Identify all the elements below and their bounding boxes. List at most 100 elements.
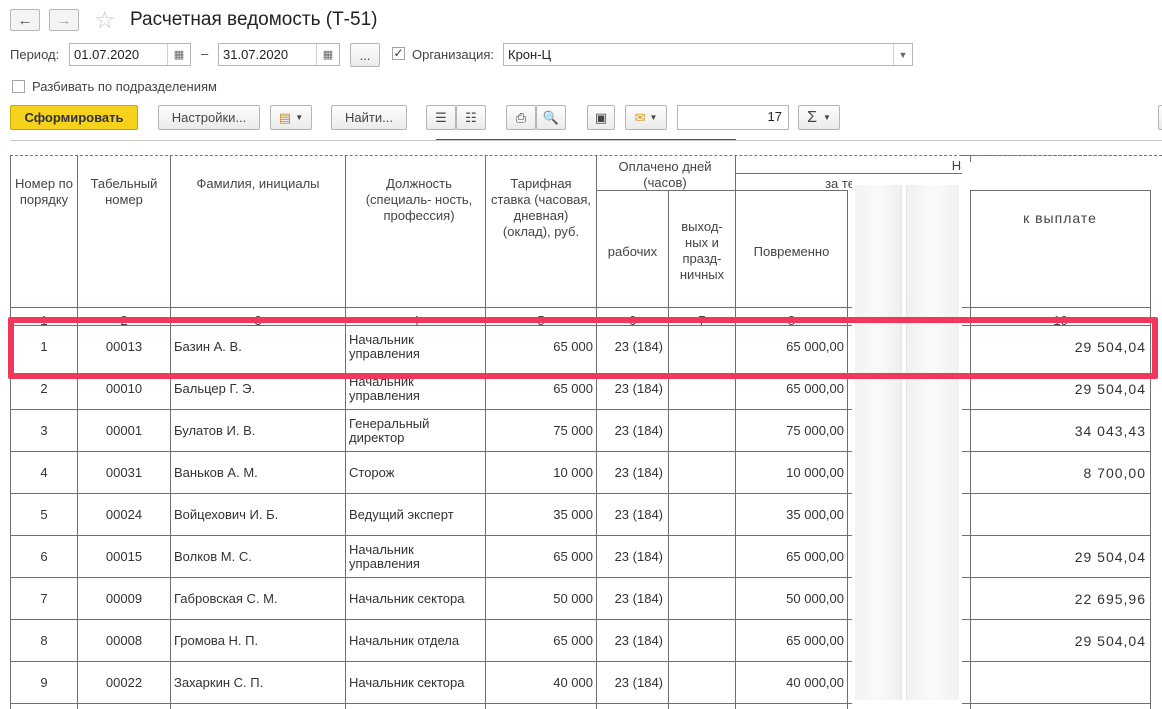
personnel-number: 00008 [105, 633, 143, 648]
employee-position: Генеральный директор [349, 416, 430, 445]
row-highlight-frame [8, 317, 1158, 379]
period-select-button[interactable]: ... [350, 43, 380, 67]
personnel-number: 00024 [105, 507, 143, 522]
tariff-rate: 35 000 [553, 507, 593, 522]
paid-days: 23 (184) [614, 633, 663, 648]
employee-name: Войцехович И. Б. [174, 507, 279, 522]
row-number: 7 [40, 591, 48, 606]
header-paid-days: Оплачено дней (часов) [618, 159, 712, 190]
time-based-pay: 75 000,00 [786, 423, 844, 438]
employee-position: Ведущий эксперт [349, 507, 454, 522]
find-button[interactable]: Найти... [331, 105, 407, 130]
arrow-left-icon: ← [17, 11, 33, 29]
row-number: 9 [40, 675, 48, 690]
payout-amount: 22 695,96 [1074, 591, 1146, 607]
row-number: 4 [40, 465, 48, 480]
header-row-number: Номер по порядку [15, 176, 73, 207]
variants-menu-button[interactable]: ▤ ▼ [270, 105, 312, 130]
selection-count-field[interactable]: 17 [677, 105, 789, 130]
back-button[interactable]: ← [10, 9, 40, 31]
paid-days: 23 (184) [614, 675, 663, 690]
header-personnel-number: Табельный номер [90, 176, 158, 207]
email-menu-button[interactable]: ✉ ▼ [625, 105, 667, 130]
save-icon[interactable]: ▣ [587, 105, 615, 130]
arrow-right-icon: → [56, 11, 72, 29]
tariff-rate: 50 000 [553, 591, 593, 606]
employee-name: Ваньков А. М. [174, 465, 258, 480]
date-to-value: 31.07.2020 [223, 47, 289, 62]
calendar-icon[interactable]: ▦ [316, 44, 339, 65]
chevron-down-icon[interactable]: ▼ [893, 44, 912, 65]
sum-menu-button[interactable]: Σ ▼ [798, 105, 840, 130]
personnel-number: 00031 [105, 465, 143, 480]
print-icon[interactable]: ⎙ [506, 105, 536, 130]
header-time-based: Повременно [753, 244, 830, 259]
header-cover [962, 162, 1162, 190]
employee-position: Начальник сектора [349, 591, 465, 606]
row-number: 6 [40, 549, 48, 564]
personnel-number: 00009 [105, 591, 143, 606]
collapse-groups-icon[interactable]: ☷ [456, 105, 486, 130]
employee-name: Волков М. С. [174, 549, 252, 564]
page-title: Расчетная ведомость (Т-51) [130, 9, 378, 30]
paid-days: 23 (184) [614, 549, 663, 564]
envelope-icon: ✉ [634, 109, 646, 125]
header-holiday-days: выход- ных и празд- ничных [679, 219, 725, 282]
header-position: Должность (специаль- ность, профессия) [365, 176, 473, 223]
expand-groups-icon[interactable]: ☰ [426, 105, 456, 130]
organization-value: Крон-Ц [508, 47, 552, 62]
employee-name: Захаркин С. П. [174, 675, 264, 690]
payout-amount: 29 504,04 [1074, 549, 1146, 565]
row-number: 3 [40, 423, 48, 438]
settings-button[interactable]: Настройки... [158, 105, 260, 130]
time-based-pay: 65 000,00 [786, 549, 844, 564]
paid-days: 23 (184) [614, 591, 663, 606]
organization-checkbox[interactable]: ✓ [392, 47, 405, 60]
personnel-number: 00001 [105, 423, 143, 438]
favorite-star-icon[interactable]: ☆ [94, 6, 116, 35]
tariff-rate: 75 000 [553, 423, 593, 438]
tariff-rate: 65 000 [553, 633, 593, 648]
organization-label: Организация: [412, 47, 495, 62]
time-based-pay: 65 000,00 [786, 633, 844, 648]
report-top-border [10, 140, 1162, 141]
date-dash: – [201, 46, 209, 61]
date-to-field[interactable]: 31.07.2020 ▦ [218, 43, 340, 66]
payout-amount: 29 504,04 [1074, 381, 1146, 397]
report-variants-icon: ▤ [278, 109, 292, 125]
employee-name: Габровская С. М. [174, 591, 278, 606]
payout-amount: 34 043,43 [1074, 423, 1146, 439]
date-from-field[interactable]: 01.07.2020 ▦ [69, 43, 191, 66]
row-number: 5 [40, 507, 48, 522]
forward-button[interactable]: → [49, 9, 79, 31]
report-scroll-indicator [436, 139, 736, 140]
paid-days: 23 (184) [614, 381, 663, 396]
organization-select[interactable]: Крон-Ц ▼ [503, 43, 913, 66]
header-full-name: Фамилия, инициалы [196, 176, 320, 191]
row-number: 2 [40, 381, 48, 396]
redacted-strip-left [855, 185, 902, 700]
split-by-department-checkbox[interactable] [12, 80, 25, 93]
time-based-pay: 10 000,00 [786, 465, 844, 480]
personnel-number: 00015 [105, 549, 143, 564]
header-payout: к выплате [1023, 210, 1097, 226]
calendar-icon[interactable]: ▦ [167, 44, 190, 65]
header-working-days: рабочих [607, 244, 658, 259]
time-based-pay: 35 000,00 [786, 507, 844, 522]
employee-position: Начальник управления [349, 542, 420, 571]
header-tariff-rate: Тарифная ставка (часовая, дневная) (окла… [490, 176, 592, 239]
employee-position: Начальник отдела [349, 633, 460, 648]
personnel-number: 00022 [105, 675, 143, 690]
employee-name: Бальцер Г. Э. [174, 381, 256, 396]
payout-amount: 29 504,04 [1074, 633, 1146, 649]
period-label: Период: [10, 47, 60, 62]
row-number: 8 [40, 633, 48, 648]
employee-position: Сторож [349, 465, 395, 480]
tariff-rate: 40 000 [553, 675, 593, 690]
generate-button[interactable]: Сформировать [10, 105, 138, 130]
tariff-rate: 65 000 [553, 381, 593, 396]
print-preview-icon[interactable]: 🔍 [536, 105, 566, 130]
tariff-rate: 65 000 [553, 549, 593, 564]
employee-position: Начальник сектора [349, 675, 465, 690]
more-button[interactable] [1158, 105, 1162, 130]
